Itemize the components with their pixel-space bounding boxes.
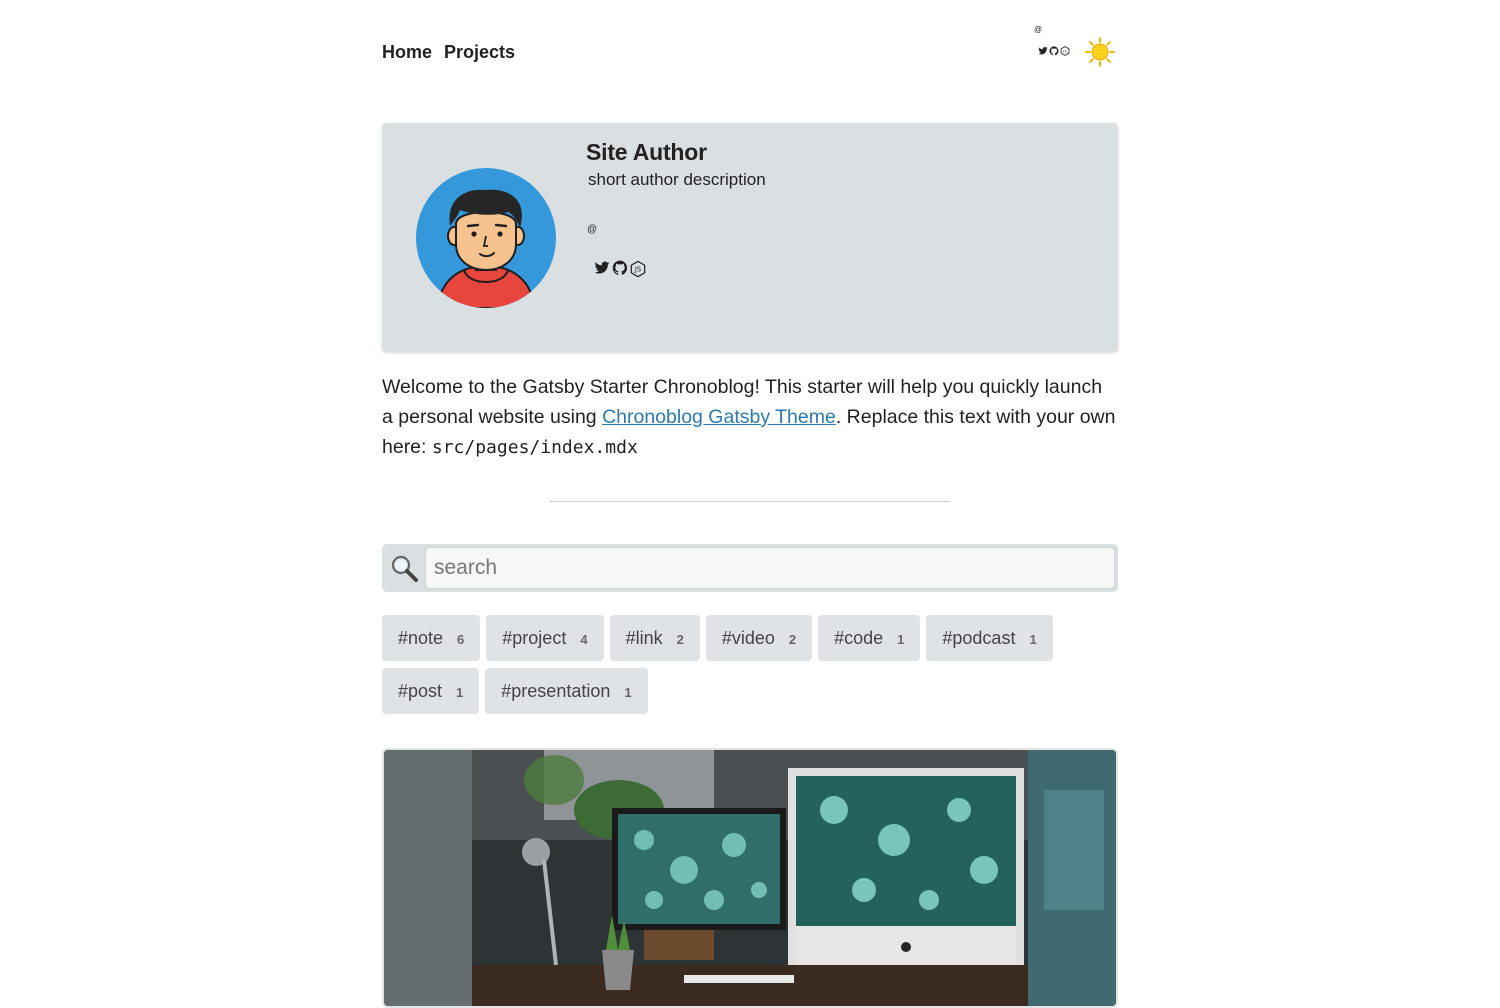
at-symbol: @ (587, 224, 598, 235)
at-symbol: @ (1034, 25, 1043, 34)
divider (550, 501, 950, 502)
author-name: Site Author (586, 139, 707, 165)
tag-label: #project (502, 627, 567, 648)
tag-count: 1 (897, 632, 905, 647)
twitter-icon[interactable] (1038, 46, 1048, 56)
tag-count: 2 (788, 632, 797, 647)
tag-label: #code (834, 627, 884, 648)
github-icon[interactable] (612, 260, 628, 276)
tag-podcast[interactable]: #podcast 1 (926, 615, 1053, 661)
tag-label: #note (398, 627, 444, 648)
tag-label: #link (625, 627, 663, 648)
tag-count: 2 (676, 632, 684, 647)
magnifier-icon (391, 555, 418, 582)
tag-code[interactable]: #code 1 (818, 615, 921, 661)
sun-icon[interactable] (1084, 36, 1116, 68)
tag-count: 4 (580, 632, 588, 647)
tag-label: #post (398, 680, 443, 701)
avatar (416, 168, 556, 308)
twitter-icon[interactable] (594, 260, 610, 276)
tag-project[interactable]: #project 4 (486, 615, 604, 661)
tag-label: #video (721, 627, 775, 648)
tag-post[interactable]: #post 1 (382, 668, 480, 714)
nodejs-icon[interactable]: JS (1060, 46, 1070, 56)
main-nav: Home Projects (382, 42, 515, 63)
svg-text:JS: JS (634, 266, 641, 274)
header-social-links: @ JS (1034, 25, 1074, 65)
tag-label: #podcast (942, 627, 1016, 648)
nav-home-link[interactable]: Home (382, 42, 432, 63)
tag-count: 1 (1029, 632, 1037, 647)
search-bar (382, 544, 1118, 592)
search-input[interactable] (425, 547, 1115, 589)
intro-code: src/pages/index.mdx (431, 437, 638, 458)
tag-presentation[interactable]: #presentation 1 (485, 668, 648, 714)
tag-list: #note 6 #project 4 #link 2 #video 2 #code 1 #… (382, 615, 1122, 714)
nodejs-icon[interactable]: JS (630, 260, 646, 278)
theme-link[interactable]: Chronoblog Gatsby Theme (602, 406, 836, 428)
nav-projects-link[interactable]: Projects (444, 42, 515, 63)
author-card: Site Author short author description @ J… (382, 123, 1118, 352)
tag-note[interactable]: #note 6 (382, 615, 481, 661)
svg-text:JS: JS (1062, 50, 1067, 54)
tag-video[interactable]: #video 2 (705, 615, 813, 661)
tag-count: 1 (456, 685, 464, 700)
intro-paragraph: Welcome to the Gatsby Starter Chronoblog… (382, 372, 1118, 463)
tag-count: 6 (457, 632, 465, 647)
tag-link[interactable]: #link 2 (609, 615, 700, 661)
author-description: short author description (588, 170, 766, 189)
desk-photo (384, 750, 1116, 1006)
github-icon[interactable] (1049, 46, 1059, 56)
author-social-links: JS (594, 260, 646, 278)
tag-count: 1 (624, 685, 632, 700)
tag-label: #presentation (501, 680, 611, 701)
featured-post-image[interactable] (382, 748, 1118, 1008)
